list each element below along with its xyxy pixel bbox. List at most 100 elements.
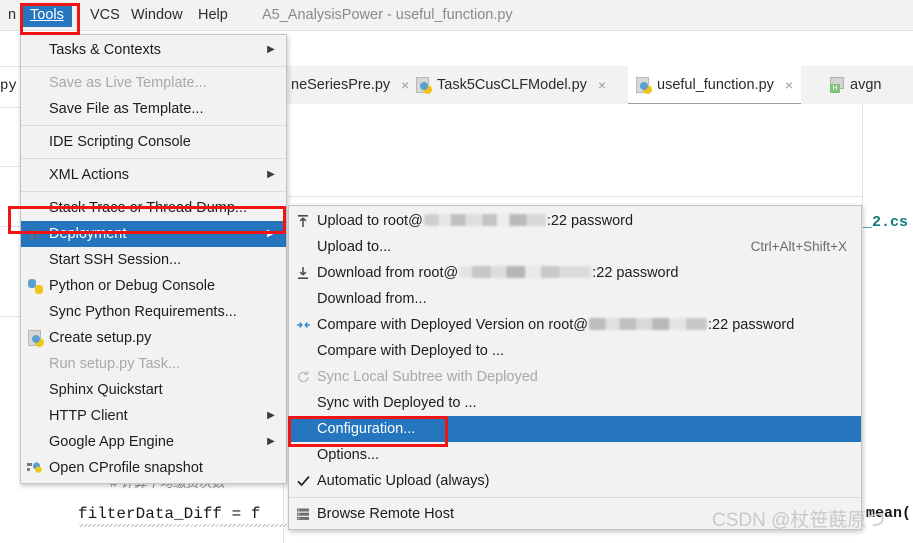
python-setup-icon: [21, 330, 49, 347]
menu-item-label-tail: :22 password: [708, 317, 795, 333]
menu-item-label: Sync with Deployed to ...: [317, 395, 477, 411]
sync-icon: [289, 370, 317, 384]
cprofile-icon: [21, 461, 49, 475]
menu-item-google-app-engine[interactable]: Google App Engine ▶: [21, 429, 286, 455]
menu-item-label: Sphinx Quickstart: [49, 382, 163, 398]
menubar-item-vcs[interactable]: VCS: [82, 3, 128, 27]
menu-item-automatic-upload[interactable]: Automatic Upload (always): [289, 468, 861, 494]
menu-separator: [21, 66, 286, 67]
tab-timeseriespre[interactable]: neSeriesPre.py ×: [283, 66, 418, 103]
menu-item-label: Upload to root@:22 password: [317, 208, 823, 234]
menu-item-label-head: Compare with Deployed Version on root@: [317, 317, 589, 333]
tab-label: neSeriesPre.py: [291, 76, 391, 93]
download-icon: [289, 266, 317, 280]
ide-window: py n Tools VCS Window Help A5_AnalysisPo…: [0, 0, 913, 543]
menu-item-label: Automatic Upload (always): [317, 473, 490, 489]
menu-item-xml-actions[interactable]: XML Actions ▶: [21, 162, 286, 188]
python-file-icon: [636, 76, 652, 94]
menu-item-label: Deployment: [49, 226, 127, 242]
menu-item-http-client[interactable]: HTTP Client ▶: [21, 403, 286, 429]
menu-item-run-setup-py-task: Run setup.py Task...: [21, 351, 286, 377]
menu-item-compare-with-deployed-to[interactable]: Compare with Deployed to ...: [289, 338, 861, 364]
menu-item-label: Tasks & Contexts: [49, 42, 162, 58]
menubar-item-tools[interactable]: Tools: [22, 3, 72, 27]
remote-host-icon: [289, 507, 317, 521]
menu-item-ide-scripting-console[interactable]: IDE Scripting Console: [21, 129, 286, 155]
menu-item-create-setup-py[interactable]: Create setup.py: [21, 325, 286, 351]
menu-separator: [21, 158, 286, 159]
menu-item-label: Configuration...: [317, 421, 416, 437]
menu-item-label: Download from...: [317, 291, 427, 307]
menu-item-label: Google App Engine: [49, 434, 174, 450]
menu-item-download-from-root[interactable]: Download from root@ :22 password: [289, 260, 861, 286]
menu-item-tasks-and-contexts[interactable]: Tasks & Contexts ▶: [21, 37, 286, 63]
menu-item-configuration[interactable]: Configuration...: [289, 416, 861, 442]
menu-item-label: Sync Python Requirements...: [49, 304, 237, 320]
menubar-item-truncated-left[interactable]: n: [0, 3, 24, 27]
menu-item-label: Python or Debug Console: [49, 278, 216, 294]
menu-item-label: Open CProfile snapshot: [49, 460, 203, 476]
menu-item-label-head: Upload to root@: [317, 213, 423, 229]
deployment-updown-icon: [21, 227, 49, 242]
menu-item-save-as-live-template: Save as Live Template...: [21, 70, 286, 96]
tab-useful-function[interactable]: useful_function.py ×: [628, 66, 802, 106]
code-warning-squiggle: [78, 524, 293, 527]
menu-item-deployment[interactable]: Deployment ▶: [21, 221, 286, 247]
menu-item-sync-with-deployed-to[interactable]: Sync with Deployed to ...: [289, 390, 861, 416]
menu-item-label: Save as Live Template...: [49, 75, 207, 91]
tab-label: Task5CusCLFModel.py: [437, 76, 587, 93]
menu-item-label: Upload to...: [317, 239, 392, 255]
menu-item-label: Save File as Template...: [49, 101, 204, 117]
menubar-item-window[interactable]: Window: [123, 3, 191, 27]
menu-item-label: XML Actions: [49, 167, 130, 183]
menu-item-start-ssh-session[interactable]: Start SSH Session...: [21, 247, 286, 273]
menu-item-open-cprofile-snapshot[interactable]: Open CProfile snapshot: [21, 455, 286, 481]
menu-item-compare-with-deployed-version[interactable]: Compare with Deployed Version on root@ :2…: [289, 312, 861, 338]
tab-label: useful_function.py: [657, 76, 774, 93]
menu-item-label: Download from root@ :22 password: [317, 260, 823, 286]
tools-dropdown-menu[interactable]: Tasks & Contexts ▶ Save as Live Template…: [20, 34, 287, 484]
redacted-host-blur: [423, 214, 546, 226]
menu-separator: [21, 125, 286, 126]
tab-avgn[interactable]: H avgn: [821, 66, 890, 103]
deployment-submenu[interactable]: Upload to root@:22 password Upload to...…: [288, 205, 862, 530]
menu-item-label: Compare with Deployed Version on root@ :2…: [317, 312, 823, 338]
menubar-tools-label: Tools: [30, 7, 64, 23]
menu-item-python-or-debug-console[interactable]: Python or Debug Console: [21, 273, 286, 299]
close-icon[interactable]: ×: [598, 77, 606, 93]
menubar-item-help[interactable]: Help: [190, 3, 236, 27]
h-file-icon: H: [829, 76, 844, 93]
menu-item-label: Stack Trace or Thread Dump...: [49, 200, 247, 216]
menu-item-save-file-as-template[interactable]: Save File as Template...: [21, 96, 286, 122]
close-icon[interactable]: ×: [785, 77, 793, 93]
chevron-right-icon: ▶: [267, 169, 275, 180]
editor-tab-strip: neSeriesPre.py × Task5CusCLFModel.py × u…: [283, 66, 913, 106]
menu-item-stack-trace-or-thread-dump[interactable]: Stack Trace or Thread Dump...: [21, 195, 286, 221]
menu-item-label-tail: :22 password: [592, 265, 679, 281]
menu-separator: [289, 497, 861, 498]
tab-label: avgn: [850, 76, 882, 93]
redacted-host-blur: [459, 266, 592, 278]
tab-task5cusclfmodel[interactable]: Task5CusCLFModel.py ×: [408, 66, 615, 103]
redacted-host-blur: [589, 318, 708, 330]
menu-item-label: Create setup.py: [49, 330, 152, 346]
csdn-watermark: CSDN @杖笹蔇原つ: [712, 510, 886, 531]
upload-icon: [289, 214, 317, 228]
chevron-right-icon: ▶: [267, 228, 275, 239]
python-console-icon: [21, 278, 49, 294]
menu-item-options[interactable]: Options...: [289, 442, 861, 468]
menu-item-upload-to[interactable]: Upload to... Ctrl+Alt+Shift+X: [289, 234, 861, 260]
code-statement-line: filterData_Diff = f: [78, 505, 261, 523]
chevron-right-icon: ▶: [267, 436, 275, 447]
window-title: A5_AnalysisPower - useful_function.py: [262, 7, 513, 23]
menu-item-sync-python-requirements[interactable]: Sync Python Requirements...: [21, 299, 286, 325]
menu-item-label: Sync Local Subtree with Deployed: [317, 369, 538, 385]
menu-item-sync-local-subtree-with-deployed: Sync Local Subtree with Deployed: [289, 364, 861, 390]
menu-item-label: IDE Scripting Console: [49, 134, 191, 150]
menu-item-sphinx-quickstart[interactable]: Sphinx Quickstart: [21, 377, 286, 403]
menu-item-upload-to-root[interactable]: Upload to root@:22 password: [289, 208, 861, 234]
menu-item-download-from[interactable]: Download from...: [289, 286, 861, 312]
menu-item-label-head: Download from root@: [317, 265, 459, 281]
menu-item-label: Compare with Deployed to ...: [317, 343, 504, 359]
menu-item-label: Start SSH Session...: [49, 252, 182, 268]
